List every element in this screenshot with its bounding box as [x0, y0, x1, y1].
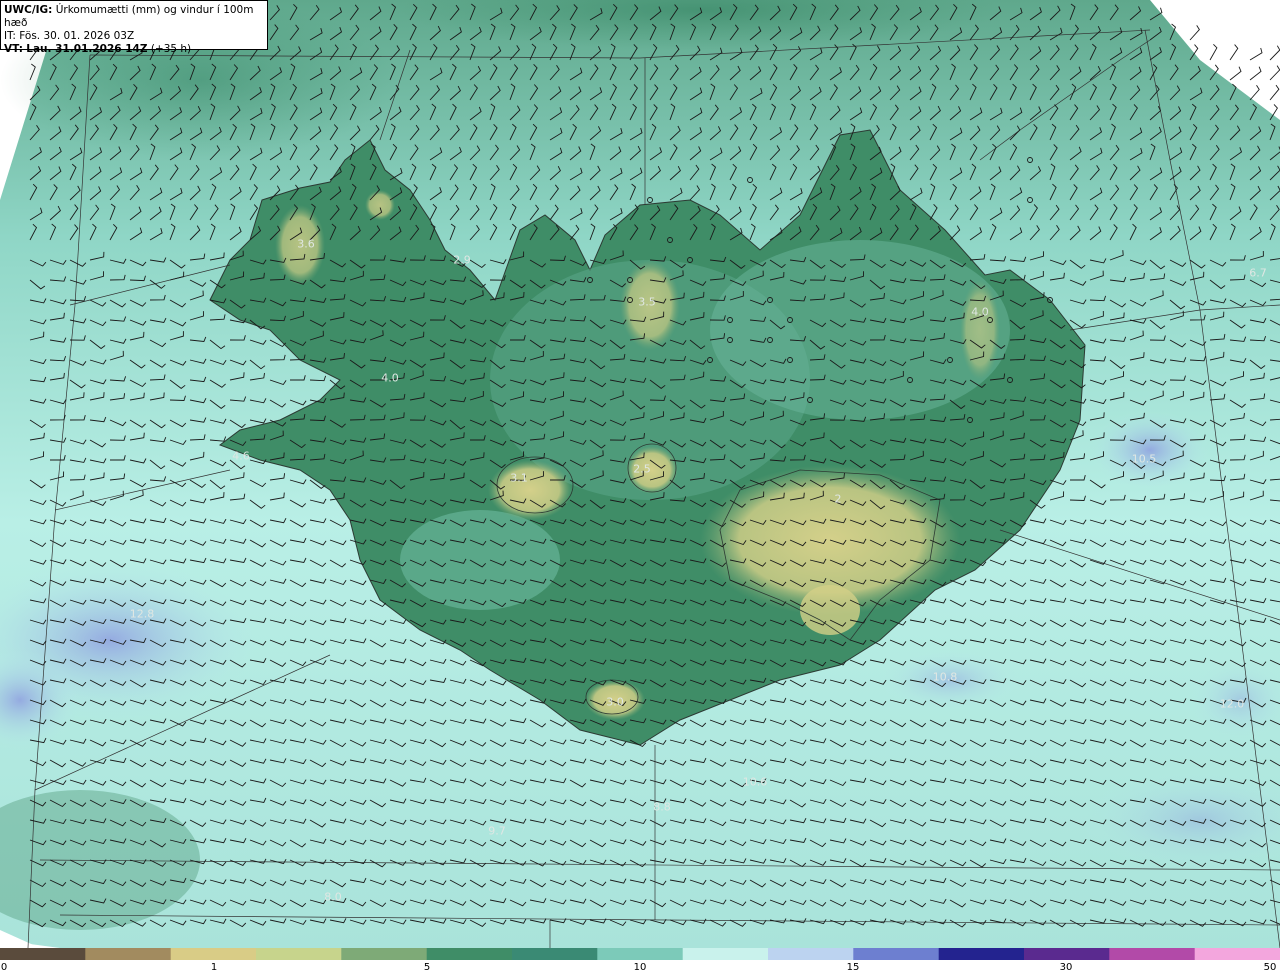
- colorbar-segment: [1109, 948, 1196, 960]
- init-time: Fös. 30. 01. 2026 03Z: [19, 30, 135, 42]
- model-label: UWC/IG:: [4, 4, 53, 16]
- precip-value-label: 12.8: [129, 607, 155, 621]
- precip-value-label: 3.6: [297, 237, 315, 251]
- colorbar-segment: [768, 948, 855, 960]
- colorbar: [0, 948, 1280, 960]
- valid-label: VT:: [4, 43, 23, 55]
- precip-value-label: 2.5: [633, 462, 651, 476]
- lead-time: (+35 h): [150, 43, 192, 55]
- colorbar-tick: 5: [423, 962, 431, 973]
- precip-value-label: 8.8: [653, 800, 671, 814]
- colorbar-segment: [1194, 948, 1280, 960]
- precip-value-label: 10.5: [1131, 452, 1157, 466]
- colorbar-segment: [938, 948, 1025, 960]
- colorbar-segment: [597, 948, 684, 960]
- colorbar-tick: 0: [0, 962, 8, 973]
- colorbar-segment: [426, 948, 513, 960]
- precip-value-label: 4.0: [381, 371, 399, 385]
- valid-time: Lau. 31.01.2026 14Z: [26, 43, 148, 55]
- colorbar-segment: [85, 948, 172, 960]
- precip-value-label: 4.6: [232, 449, 250, 463]
- precip-value-label: 8.0: [324, 890, 342, 904]
- colorbar-segment: [682, 948, 769, 960]
- colorbar-segment: [853, 948, 940, 960]
- precip-value-label: 6.7: [1249, 266, 1267, 280]
- precip-value-label: 12.0: [1219, 697, 1245, 711]
- colorbar-segment: [170, 948, 257, 960]
- init-label: IT:: [4, 30, 16, 42]
- precip-value-label: 3.5: [638, 295, 656, 309]
- colorbar-segment: [256, 948, 343, 960]
- colorbar-tick: 15: [846, 962, 860, 973]
- colorbar-tick: 1: [210, 962, 218, 973]
- colorbar-segment: [512, 948, 599, 960]
- colorbar-tick: 10: [633, 962, 647, 973]
- precip-value-label: 3.0: [606, 695, 624, 709]
- precip-value-label: 3.1: [510, 471, 528, 485]
- precip-value-label: 2.9: [453, 253, 471, 267]
- colorbar-segment: [1024, 948, 1111, 960]
- map-title-box: UWC/IG: Úrkomumætti (mm) og vindur í 100…: [0, 0, 268, 55]
- colorbar-tick: 30: [1059, 962, 1073, 973]
- precip-value-label: 10.8: [932, 670, 958, 684]
- map-stage: UWC/IG: Úrkomumætti (mm) og vindur í 100…: [0, 0, 1280, 978]
- colorbar-ticks: 0 1 5 10 15 30 50: [0, 960, 1280, 978]
- precip-value-label: 4.0: [971, 305, 989, 319]
- colorbar-tick: 50: [1263, 962, 1277, 973]
- colorbar-segment: [341, 948, 428, 960]
- precip-value-label: 2: [834, 492, 842, 506]
- precip-value-label: 9.7: [488, 824, 506, 838]
- colorbar-segment: [0, 948, 87, 960]
- precip-value-label: 10.6: [742, 775, 768, 789]
